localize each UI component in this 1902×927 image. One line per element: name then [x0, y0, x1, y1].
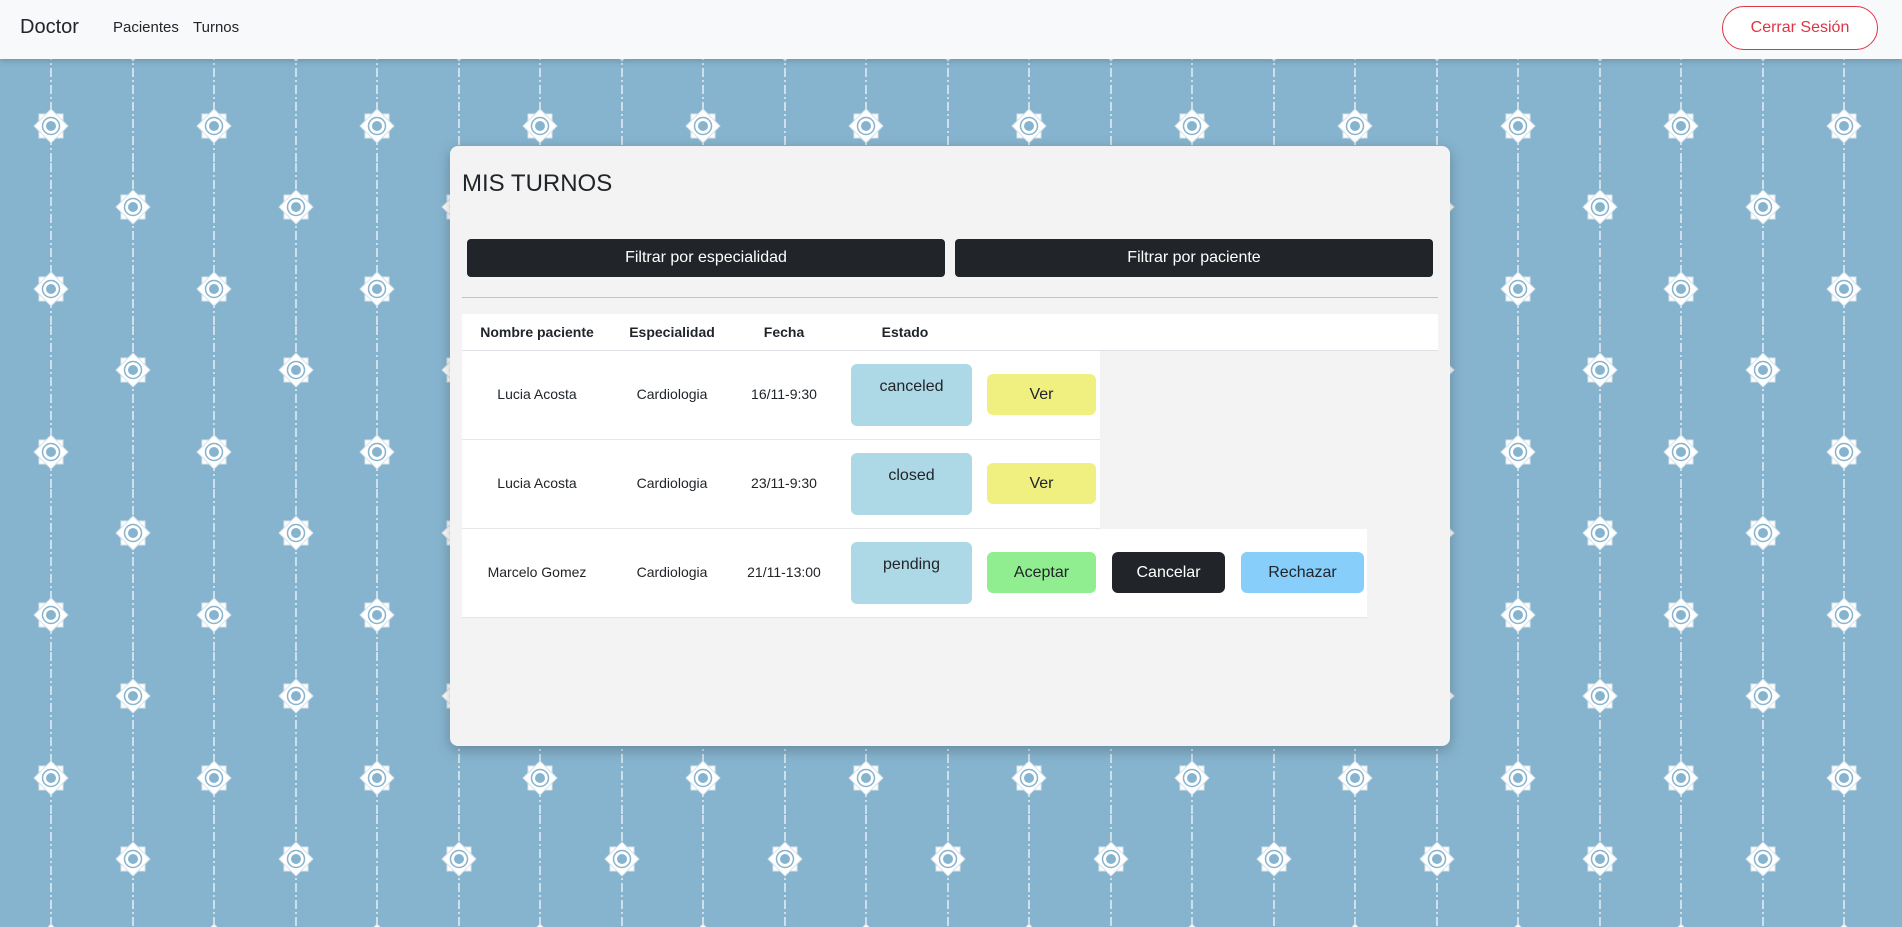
page-title: MIS TURNOS [462, 170, 613, 197]
view-button[interactable]: Ver [987, 463, 1096, 504]
appointment-date: 21/11-13:00 [747, 564, 821, 580]
nav-link-turnos[interactable]: Turnos [193, 19, 239, 36]
divider [462, 297, 1438, 298]
status-badge: pending [851, 542, 972, 604]
view-button[interactable]: Ver [987, 374, 1096, 415]
appointments-panel: MIS TURNOS Filtrar por especialidad Filt… [450, 146, 1450, 746]
table-row: Marcelo Gomez Cardiologia 21/11-13:00 pe… [462, 529, 1367, 618]
table-row: Lucia Acosta Cardiologia 16/11-9:30 canc… [462, 351, 1100, 440]
appointment-date: 23/11-9:30 [751, 475, 817, 491]
status-badge: closed [851, 453, 972, 515]
reject-button[interactable]: Rechazar [1241, 552, 1364, 593]
navbar-brand[interactable]: Doctor [20, 16, 79, 39]
status-badge: canceled [851, 364, 972, 426]
nav-link-pacientes[interactable]: Pacientes [113, 19, 179, 36]
column-header-specialty: Especialidad [629, 324, 715, 340]
cancel-button[interactable]: Cancelar [1112, 552, 1225, 593]
filter-by-specialty-button[interactable]: Filtrar por especialidad [467, 239, 945, 277]
specialty: Cardiologia [636, 475, 708, 491]
table-row: Lucia Acosta Cardiologia 23/11-9:30 clos… [462, 440, 1100, 529]
column-header-status: Estado [881, 324, 929, 340]
logout-button[interactable]: Cerrar Sesión [1722, 6, 1878, 50]
table-header: Nombre paciente Especialidad Fecha Estad… [462, 314, 1438, 351]
patient-name: Marcelo Gomez [487, 564, 587, 580]
patient-name: Lucia Acosta [497, 475, 577, 491]
specialty: Cardiologia [636, 564, 708, 580]
column-header-patient: Nombre paciente [480, 324, 594, 340]
filter-by-patient-button[interactable]: Filtrar por paciente [955, 239, 1433, 277]
specialty: Cardiologia [636, 386, 708, 402]
column-header-date: Fecha [763, 324, 805, 340]
accept-button[interactable]: Aceptar [987, 552, 1096, 593]
patient-name: Lucia Acosta [497, 386, 577, 402]
top-navbar: Doctor Pacientes Turnos Cerrar Sesión [0, 0, 1902, 59]
appointment-date: 16/11-9:30 [751, 386, 817, 402]
